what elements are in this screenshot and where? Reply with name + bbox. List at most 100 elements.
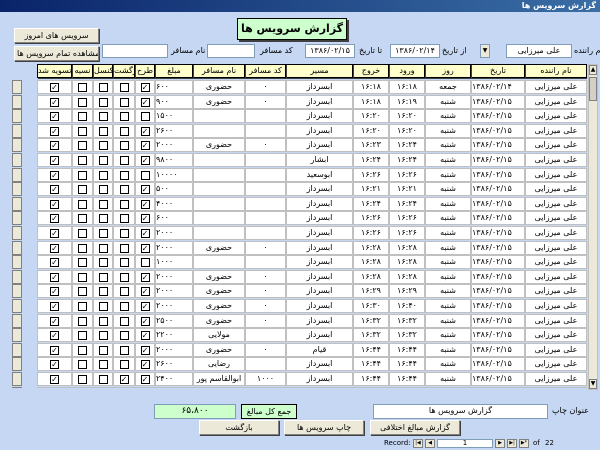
cell-route[interactable]: ابسرداز — [286, 196, 353, 211]
checkbox-settled[interactable]: ✓ — [50, 287, 59, 297]
cell-out[interactable]: ۱۶:۲۸ — [353, 269, 389, 284]
cell-day[interactable]: شنبه — [425, 138, 471, 153]
checkbox-credit[interactable] — [78, 170, 87, 180]
checkbox-credit[interactable] — [78, 345, 87, 355]
checkbox-return[interactable]: ✓ — [119, 375, 129, 384]
cell-out[interactable]: ۱۶:۴۴ — [353, 372, 389, 386]
checkbox-plan[interactable]: ✓ — [140, 126, 150, 136]
row-selector[interactable] — [12, 240, 22, 255]
cell-passenger-code[interactable] — [245, 211, 286, 226]
checkbox-plan[interactable]: ✓ — [140, 375, 150, 384]
cell-in[interactable]: ۱۶:۴۴ — [389, 342, 425, 357]
cell-passenger-name[interactable] — [193, 109, 245, 124]
cell-driver[interactable]: علی میرزایی — [525, 211, 587, 226]
checkbox-credit[interactable] — [78, 258, 87, 268]
table-row[interactable]: علی میرزایی ۱۳۸۶/۰۲/۱۵ شنبه ۱۶:۲۴ ۱۶:۲۴ ابسرد… — [12, 196, 587, 211]
cell-passenger-code[interactable]: ۱۰۰۰ — [245, 386, 286, 388]
row-selector[interactable] — [12, 284, 22, 299]
checkbox-credit[interactable] — [78, 126, 87, 136]
cell-day[interactable]: شنبه — [425, 226, 471, 240]
row-selector[interactable] — [12, 226, 22, 240]
row-selector[interactable] — [12, 342, 22, 357]
row-selector[interactable] — [12, 357, 22, 372]
checkbox-cancel[interactable] — [98, 156, 108, 165]
checkbox-plan[interactable]: ✓ — [140, 214, 150, 224]
row-selector[interactable] — [12, 328, 22, 343]
row-selector[interactable] — [12, 386, 22, 388]
cell-day[interactable]: شنبه — [425, 167, 471, 182]
cell-out[interactable]: ۱۶:۲۰ — [353, 123, 389, 138]
cell-day[interactable]: شنبه — [425, 284, 471, 299]
cell-out[interactable]: ۱۶:۴۴ — [353, 357, 389, 372]
checkbox-settled[interactable]: ✓ — [50, 316, 59, 326]
cell-passenger-code[interactable] — [245, 226, 286, 240]
cell-in[interactable]: ۱۶:۴۰ — [389, 299, 425, 313]
next-record-icon[interactable]: ▶ — [495, 439, 505, 448]
cell-amount[interactable]: ۴۰۰۰ — [155, 196, 193, 211]
column-header-day[interactable]: روز — [425, 64, 471, 78]
checkbox-settled[interactable]: ✓ — [50, 199, 59, 209]
cell-amount[interactable]: ۲۰۰۰ — [155, 342, 193, 357]
cell-date[interactable]: ۱۳۸۶/۰۲/۱۵ — [471, 226, 525, 240]
checkbox-return[interactable] — [119, 258, 129, 268]
today-services-button[interactable]: سرویس های امروز — [14, 28, 99, 43]
cell-date[interactable]: ۱۳۸۶/۰۲/۱۵ — [471, 299, 525, 313]
cell-out[interactable]: ۱۶:۲۱ — [353, 182, 389, 197]
checkbox-plan[interactable] — [140, 170, 150, 180]
cell-amount[interactable]: ۱۰۰۰ — [155, 255, 193, 270]
checkbox-cancel[interactable] — [98, 229, 108, 238]
cell-route[interactable]: ابسرداز — [286, 386, 353, 388]
cell-passenger-name[interactable]: حضوری — [193, 299, 245, 313]
last-record-icon[interactable]: ▶| — [507, 439, 517, 448]
checkbox-return[interactable] — [119, 126, 129, 136]
cell-passenger-code[interactable]: ۰ — [245, 299, 286, 313]
checkbox-cancel[interactable] — [98, 258, 108, 268]
checkbox-settled[interactable]: ✓ — [50, 170, 59, 180]
checkbox-settled[interactable]: ✓ — [50, 185, 59, 195]
checkbox-return[interactable] — [119, 331, 129, 341]
cell-driver[interactable]: علی میرزایی — [525, 196, 587, 211]
checkbox-plan[interactable]: ✓ — [140, 141, 150, 151]
row-selector[interactable] — [12, 94, 22, 109]
row-selector[interactable] — [12, 80, 22, 94]
scroll-up-icon[interactable]: ▲ — [589, 65, 597, 75]
cell-driver[interactable]: علی میرزایی — [525, 123, 587, 138]
row-selector[interactable] — [12, 211, 22, 226]
table-row[interactable]: علی میرزایی ۱۳۸۶/۰۲/۱۵ شنبه ۱۶:۲۸ ۱۶:۲۸ ابسرد… — [12, 269, 587, 284]
checkbox-plan[interactable]: ✓ — [140, 302, 150, 311]
table-row[interactable]: علی میرزایی ۱۳۸۶/۰۲/۱۵ شنبه ۱۶:۳۲ ۱۶:۳۲ ابسرد… — [12, 328, 587, 343]
cell-passenger-code[interactable]: ۰ — [245, 269, 286, 284]
cell-route[interactable]: ابسرداز — [286, 138, 353, 153]
checkbox-cancel[interactable] — [98, 287, 108, 297]
cell-route[interactable]: ابسرداز — [286, 372, 353, 386]
cell-route[interactable]: ابسرداز — [286, 226, 353, 240]
cell-passenger-name[interactable]: حضوری — [193, 138, 245, 153]
checkbox-return[interactable] — [119, 302, 129, 311]
checkbox-credit[interactable] — [78, 287, 87, 297]
driver-dropdown-icon[interactable]: ▼ — [480, 44, 490, 58]
cell-driver[interactable]: علی میرزایی — [525, 240, 587, 255]
cell-day[interactable]: شنبه — [425, 123, 471, 138]
checkbox-plan[interactable]: ✓ — [140, 272, 150, 282]
checkbox-cancel[interactable] — [98, 112, 108, 122]
cell-date[interactable]: ۱۳۸۶/۰۲/۱۵ — [471, 386, 525, 388]
cell-out[interactable]: ۱۶:۲۶ — [353, 211, 389, 226]
cell-amount[interactable]: ۲۰۰۰ — [155, 240, 193, 255]
cell-out[interactable]: ۱۶:۲۶ — [353, 167, 389, 182]
cell-day[interactable]: شنبه — [425, 255, 471, 270]
cell-route[interactable]: ابسرداز — [286, 313, 353, 328]
cell-in[interactable]: ۱۶:۴۴ — [389, 372, 425, 386]
cell-date[interactable]: ۱۳۸۶/۰۲/۱۵ — [471, 255, 525, 270]
cell-passenger-name[interactable]: ابوالقاسم پور — [193, 372, 245, 386]
checkbox-plan[interactable]: ✓ — [140, 331, 150, 341]
cell-passenger-name[interactable] — [193, 211, 245, 226]
cell-amount[interactable]: ۲۰۰۰ — [155, 299, 193, 313]
column-header-plan[interactable]: طرح — [135, 64, 155, 78]
column-header-amount[interactable]: مبلغ — [155, 64, 193, 78]
cell-driver[interactable]: علی میرزایی — [525, 153, 587, 167]
checkbox-cancel[interactable] — [98, 360, 108, 370]
cell-driver[interactable]: علی میرزایی — [525, 138, 587, 153]
cell-passenger-name[interactable]: ابوالقاسم پور — [193, 386, 245, 388]
checkbox-settled[interactable]: ✓ — [50, 112, 59, 122]
column-header-passenger-code[interactable]: کد مسافر — [245, 64, 286, 78]
